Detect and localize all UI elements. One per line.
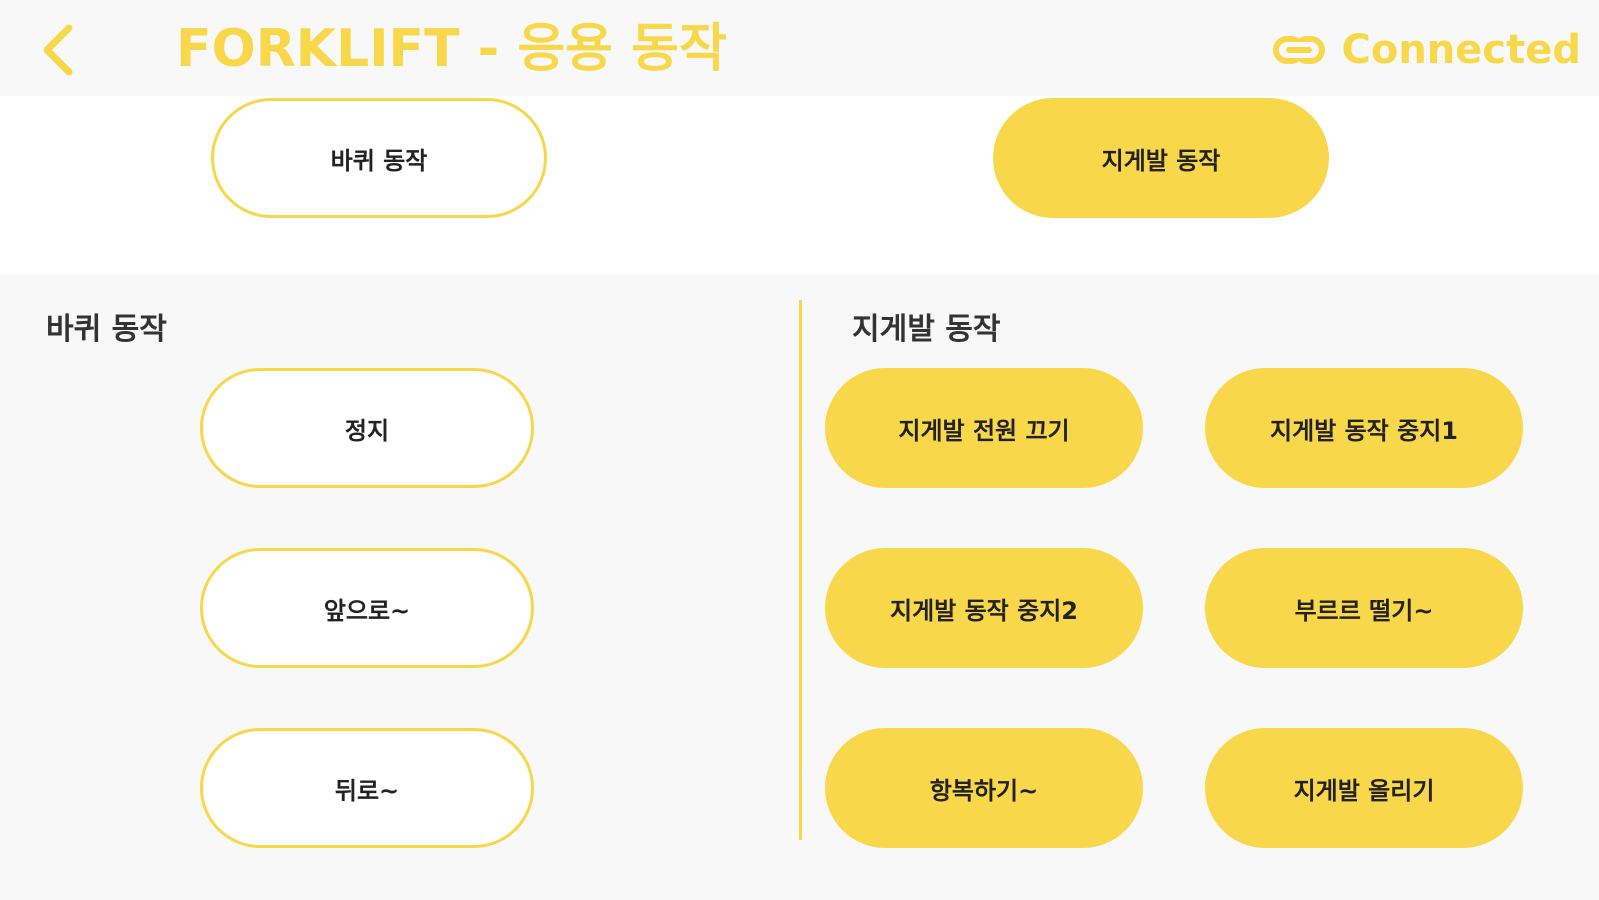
mode-selector: 바퀴 동작 지게발 동작 — [0, 96, 1599, 274]
fork-section-title: 지게발 동작 — [852, 312, 1001, 347]
wheel-backward-button[interactable]: 뒤로~ — [200, 728, 534, 848]
back-button[interactable] — [30, 20, 84, 80]
fork-raise-label: 지게발 올리기 — [1293, 776, 1435, 805]
top-bar: FORKLIFT - 응용 동작 Connected — [0, 0, 1599, 96]
forklift-app-screen: FORKLIFT - 응용 동작 Connected 바퀴 동작 지게발 동작 … — [0, 0, 1599, 900]
fork-power-off-button[interactable]: 지게발 전원 끄기 — [825, 368, 1143, 488]
fork-mode-button[interactable]: 지게발 동작 — [993, 98, 1329, 218]
fork-surrender-label: 항복하기~ — [929, 776, 1039, 805]
connection-status-text: Connected — [1341, 27, 1581, 73]
link-icon — [1273, 36, 1326, 64]
wheel-stop-label: 정지 — [344, 416, 390, 445]
fork-power-off-label: 지게발 전원 끄기 — [898, 416, 1070, 445]
wheel-section-title: 바퀴 동작 — [46, 312, 167, 347]
fork-shake-button[interactable]: 부르르 떨기~ — [1205, 548, 1523, 668]
connection-status: Connected — [1273, 22, 1581, 78]
fork-stop1-label: 지게발 동작 중지1 — [1270, 416, 1458, 445]
fork-stop1-button[interactable]: 지게발 동작 중지1 — [1205, 368, 1523, 488]
wheel-mode-button[interactable]: 바퀴 동작 — [211, 98, 547, 218]
wheel-forward-label: 앞으로~ — [323, 596, 411, 625]
page-title: FORKLIFT - 응용 동작 — [176, 19, 727, 79]
wheel-stop-button[interactable]: 정지 — [200, 368, 534, 488]
wheel-mode-label: 바퀴 동작 — [330, 146, 428, 175]
wheel-forward-button[interactable]: 앞으로~ — [200, 548, 534, 668]
fork-raise-button[interactable]: 지게발 올리기 — [1205, 728, 1523, 848]
fork-surrender-button[interactable]: 항복하기~ — [825, 728, 1143, 848]
chevron-left-icon — [43, 24, 73, 76]
wheel-backward-label: 뒤로~ — [334, 776, 400, 805]
fork-stop2-label: 지게발 동작 중지2 — [890, 596, 1078, 625]
fork-shake-label: 부르르 떨기~ — [1294, 596, 1434, 625]
section-divider — [799, 300, 802, 840]
fork-mode-label: 지게발 동작 — [1101, 146, 1221, 175]
fork-stop2-button[interactable]: 지게발 동작 중지2 — [825, 548, 1143, 668]
